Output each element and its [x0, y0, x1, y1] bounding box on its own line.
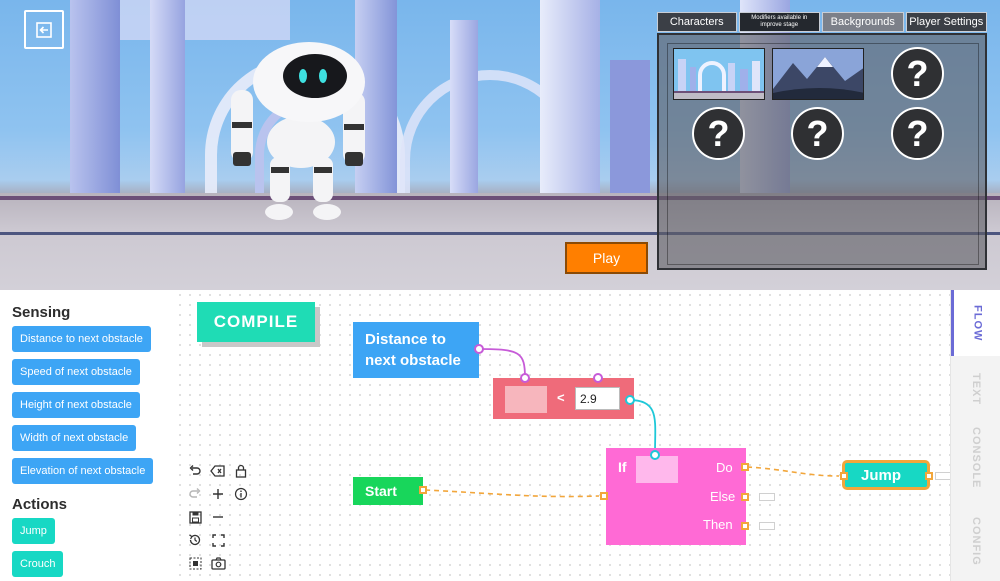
if-flow-input-port[interactable] [600, 492, 608, 500]
locked-background-icon[interactable]: ? [891, 47, 944, 100]
less-than-comparison-block[interactable]: < 2.9 [493, 378, 634, 419]
background-building [90, 0, 290, 40]
start-output-port[interactable] [419, 486, 427, 494]
comparison-output-port[interactable] [625, 395, 635, 405]
tab-characters[interactable]: Characters [657, 12, 737, 32]
if-then-port[interactable] [741, 522, 749, 530]
comparison-value-input[interactable]: 2.9 [575, 387, 620, 410]
if-else-label: Else [710, 489, 736, 504]
palette-jump[interactable]: Jump [12, 518, 55, 544]
game-scene: Characters Modifiers available in improv… [0, 0, 1000, 290]
wire-start-to-if [424, 489, 600, 498]
tab-text-label: TEXT [970, 372, 982, 406]
if-do-port[interactable] [741, 463, 749, 471]
if-do-label: Do [716, 460, 733, 475]
sensor-output-port[interactable] [474, 344, 484, 354]
actions-heading: Actions [12, 496, 68, 513]
start-block[interactable]: Start [353, 477, 423, 505]
exit-button[interactable] [24, 10, 64, 49]
editor-mode-tabs: FLOW TEXT CONSOLE CONFIG [950, 290, 1000, 581]
sensing-heading: Sensing [12, 304, 71, 321]
tab-flow[interactable]: FLOW [951, 290, 1000, 356]
if-then-label: Then [703, 517, 733, 532]
palette-width-of-next-obstacle[interactable]: Width of next obstacle [12, 425, 137, 451]
if-block[interactable]: If Do Else Then [606, 448, 746, 545]
tab-flow-label: FLOW [971, 304, 984, 342]
wire-distance-to-compare [478, 348, 526, 379]
palette-speed-of-next-obstacle[interactable]: Speed of next obstacle [12, 359, 140, 385]
wire-do-to-jump [746, 466, 840, 477]
code-workspace[interactable]: COMPILE Distance to next obstacle < 2.9 … [175, 290, 950, 581]
if-else-stub[interactable] [759, 493, 775, 501]
comparison-right-input-port[interactable] [593, 373, 603, 383]
jump-block[interactable]: Jump [842, 460, 930, 490]
exit-icon [36, 21, 52, 38]
background-selector-panel: ? ? ? ? [657, 33, 987, 270]
if-label: If [618, 459, 627, 475]
if-condition-port[interactable] [650, 450, 660, 460]
background-option-mountains[interactable] [772, 48, 864, 100]
tab-console-label: CONSOLE [970, 427, 982, 489]
comparison-left-slot[interactable] [505, 386, 547, 413]
tab-config-label: CONFIG [970, 516, 982, 566]
if-then-stub[interactable] [759, 522, 775, 530]
locked-background-icon[interactable]: ? [891, 107, 944, 160]
comparison-left-input-port[interactable] [520, 373, 530, 383]
palette-height-of-next-obstacle[interactable]: Height of next obstacle [12, 392, 140, 418]
background-building [540, 0, 600, 200]
palette-crouch[interactable]: Crouch [12, 551, 64, 577]
background-building [610, 60, 650, 200]
robot-character [231, 42, 365, 220]
mountains-thumbnail-image [773, 49, 863, 99]
background-option-city[interactable] [673, 48, 765, 100]
tab-player-settings[interactable]: Player Settings [905, 12, 987, 32]
distance-to-next-obstacle-block[interactable]: Distance to next obstacle [353, 322, 479, 378]
city-thumbnail-image [674, 49, 764, 99]
play-button[interactable]: Play [565, 242, 648, 274]
tab-config[interactable]: CONFIG [951, 508, 1000, 574]
background-building [450, 20, 478, 200]
if-else-port[interactable] [741, 493, 749, 501]
tab-modifiers[interactable]: Modifiers available in improve stage [738, 12, 821, 32]
background-building [150, 0, 185, 200]
jump-output-stub[interactable] [935, 472, 950, 480]
palette-distance-to-next-obstacle[interactable]: Distance to next obstacle [12, 326, 151, 352]
locked-background-icon[interactable]: ? [692, 107, 745, 160]
tab-text[interactable]: TEXT [951, 356, 1000, 422]
locked-background-icon[interactable]: ? [791, 107, 844, 160]
jump-output-port[interactable] [925, 472, 933, 480]
if-condition-slot[interactable] [636, 456, 678, 483]
tab-console[interactable]: CONSOLE [951, 425, 1000, 491]
comparison-operator: < [557, 390, 565, 405]
jump-input-port[interactable] [840, 472, 848, 480]
palette-elevation-of-next-obstacle[interactable]: Elevation of next obstacle [12, 458, 154, 484]
selector-tabs: Characters Modifiers available in improv… [657, 12, 987, 32]
tab-backgrounds[interactable]: Backgrounds [822, 12, 904, 32]
block-palette: Sensing Distance to next obstacle Speed … [0, 290, 175, 581]
background-building [70, 0, 120, 200]
block-connections [424, 348, 840, 498]
